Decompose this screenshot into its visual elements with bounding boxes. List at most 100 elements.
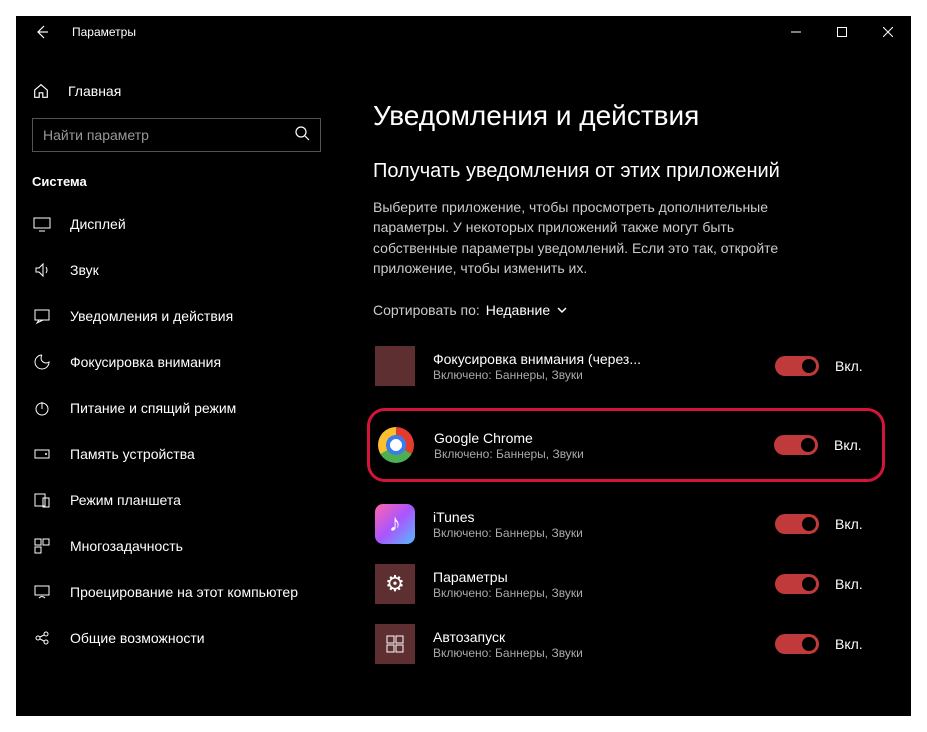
sidebar-item-power[interactable]: Питание и спящий режим xyxy=(16,385,337,431)
close-button[interactable] xyxy=(865,16,911,48)
section-description: Выберите приложение, чтобы просмотреть д… xyxy=(373,197,803,278)
notifications-icon xyxy=(32,307,52,325)
sort-control[interactable]: Сортировать по: Недавние xyxy=(373,302,875,318)
content-area: Главная Система Дисплей Звук Уведомления… xyxy=(16,48,911,716)
maximize-icon xyxy=(837,27,847,37)
sidebar-item-label: Звук xyxy=(70,262,99,278)
projecting-icon xyxy=(32,583,52,601)
toggle-switch[interactable] xyxy=(775,574,819,594)
sidebar-item-multitasking[interactable]: Многозадачность xyxy=(16,523,337,569)
app-text: Фокусировка внимания (через... Включено:… xyxy=(433,351,757,382)
toggle-label: Вкл. xyxy=(835,636,867,652)
sidebar-item-label: Многозадачность xyxy=(70,538,183,554)
close-icon xyxy=(883,27,893,37)
sidebar-item-sound[interactable]: Звук xyxy=(16,247,337,293)
toggle-wrap: Вкл. xyxy=(774,435,866,455)
app-sub: Включено: Баннеры, Звуки xyxy=(433,646,757,660)
app-icon-autostart xyxy=(375,624,415,664)
app-item-itunes[interactable]: ♪ iTunes Включено: Баннеры, Звуки Вкл. xyxy=(373,494,875,554)
sidebar-item-label: Проецирование на этот компьютер xyxy=(70,584,298,600)
sidebar-item-label: Фокусировка внимания xyxy=(70,354,221,370)
toggle-switch[interactable] xyxy=(774,435,818,455)
toggle-label: Вкл. xyxy=(835,358,867,374)
app-item-chrome[interactable]: Google Chrome Включено: Баннеры, Звуки В… xyxy=(372,417,874,473)
app-text: Параметры Включено: Баннеры, Звуки xyxy=(433,569,757,600)
section-heading: Получать уведомления от этих приложений xyxy=(373,160,875,183)
sidebar-item-projecting[interactable]: Проецирование на этот компьютер xyxy=(16,569,337,615)
toggle-label: Вкл. xyxy=(835,576,867,592)
toggle-wrap: Вкл. xyxy=(775,634,867,654)
app-item-autostart[interactable]: Автозапуск Включено: Баннеры, Звуки Вкл. xyxy=(373,614,875,674)
power-icon xyxy=(32,399,52,417)
sidebar-list: Дисплей Звук Уведомления и действия Фоку… xyxy=(16,201,337,716)
settings-window: Параметры Главная Система Дисплей Звук У… xyxy=(16,16,911,716)
titlebar: Параметры xyxy=(16,16,911,48)
chevron-down-icon xyxy=(556,304,568,316)
sidebar-item-notifications[interactable]: Уведомления и действия xyxy=(16,293,337,339)
toggle-switch[interactable] xyxy=(775,514,819,534)
sidebar-item-tablet[interactable]: Режим планшета xyxy=(16,477,337,523)
home-label: Главная xyxy=(68,83,121,99)
app-item-settings[interactable]: ⚙ Параметры Включено: Баннеры, Звуки Вкл… xyxy=(373,554,875,614)
toggle-label: Вкл. xyxy=(834,437,866,453)
search-icon xyxy=(294,125,310,146)
arrow-left-icon xyxy=(34,24,50,40)
sort-value: Недавние xyxy=(486,302,568,318)
toggle-wrap: Вкл. xyxy=(775,514,867,534)
sidebar-item-label: Общие возможности xyxy=(70,630,205,646)
minimize-button[interactable] xyxy=(773,16,819,48)
home-button[interactable]: Главная xyxy=(16,76,337,110)
sidebar: Главная Система Дисплей Звук Уведомления… xyxy=(16,48,337,716)
toggle-switch[interactable] xyxy=(775,356,819,376)
sidebar-item-label: Уведомления и действия xyxy=(70,308,233,324)
app-sub: Включено: Баннеры, Звуки xyxy=(433,586,757,600)
app-sub: Включено: Баннеры, Звуки xyxy=(433,526,757,540)
sidebar-item-label: Питание и спящий режим xyxy=(70,400,236,416)
app-icon-focus xyxy=(375,346,415,386)
app-name: Фокусировка внимания (через... xyxy=(433,351,757,367)
shared-icon xyxy=(32,629,52,647)
minimize-icon xyxy=(791,27,801,37)
multitasking-icon xyxy=(32,537,52,555)
app-icon-chrome xyxy=(376,425,416,465)
app-sub: Включено: Баннеры, Звуки xyxy=(433,368,757,382)
sidebar-section-title: Система xyxy=(16,152,337,201)
sidebar-item-storage[interactable]: Память устройства xyxy=(16,431,337,477)
home-icon xyxy=(32,82,50,100)
app-text: iTunes Включено: Баннеры, Звуки xyxy=(433,509,757,540)
app-icon-itunes: ♪ xyxy=(375,504,415,544)
app-item-focus[interactable]: Фокусировка внимания (через... Включено:… xyxy=(373,336,875,396)
sidebar-item-focus-assist[interactable]: Фокусировка внимания xyxy=(16,339,337,385)
toggle-label: Вкл. xyxy=(835,516,867,532)
page-heading: Уведомления и действия xyxy=(373,100,875,132)
app-name: iTunes xyxy=(433,509,757,525)
app-text: Google Chrome Включено: Баннеры, Звуки xyxy=(434,430,756,461)
window-controls xyxy=(773,16,911,48)
toggle-switch[interactable] xyxy=(775,634,819,654)
highlighted-app-box: Google Chrome Включено: Баннеры, Звуки В… xyxy=(367,408,885,482)
display-icon xyxy=(32,215,52,233)
app-icon-settings: ⚙ xyxy=(375,564,415,604)
app-name: Автозапуск xyxy=(433,629,757,645)
toggle-wrap: Вкл. xyxy=(775,356,867,376)
toggle-wrap: Вкл. xyxy=(775,574,867,594)
app-sub: Включено: Баннеры, Звуки xyxy=(434,447,756,461)
search-box[interactable] xyxy=(32,118,321,152)
focus-assist-icon xyxy=(32,353,52,371)
storage-icon xyxy=(32,445,52,463)
tablet-icon xyxy=(32,491,52,509)
sort-label: Сортировать по: xyxy=(373,302,480,318)
sound-icon xyxy=(32,261,52,279)
sidebar-item-display[interactable]: Дисплей xyxy=(16,201,337,247)
window-title: Параметры xyxy=(72,25,136,39)
app-name: Параметры xyxy=(433,569,757,585)
sidebar-item-label: Дисплей xyxy=(70,216,126,232)
back-button[interactable] xyxy=(30,20,54,44)
main-panel: Уведомления и действия Получать уведомле… xyxy=(337,48,911,716)
sidebar-item-label: Режим планшета xyxy=(70,492,181,508)
maximize-button[interactable] xyxy=(819,16,865,48)
sidebar-item-shared[interactable]: Общие возможности xyxy=(16,615,337,661)
app-text: Автозапуск Включено: Баннеры, Звуки xyxy=(433,629,757,660)
app-name: Google Chrome xyxy=(434,430,756,446)
search-input[interactable] xyxy=(43,127,294,143)
